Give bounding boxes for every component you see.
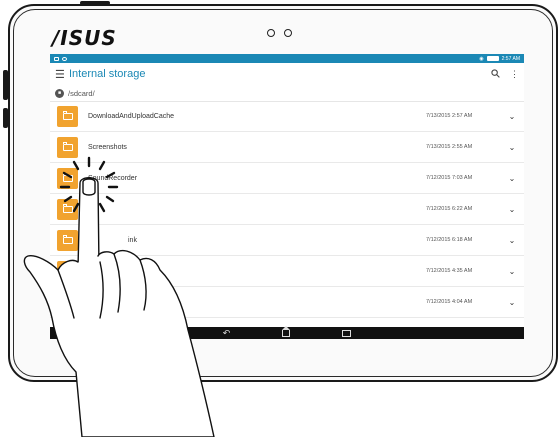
folder-icon bbox=[57, 229, 78, 251]
chevron-down-icon[interactable]: ⌄ bbox=[506, 298, 518, 307]
list-item[interactable]: SoundRecorder 7/12/2015 7:03 AM ⌄ bbox=[50, 163, 524, 194]
list-item[interactable]: 7/12/2015 4:35 AM ⌄ bbox=[50, 256, 524, 287]
home-icon[interactable] bbox=[282, 325, 291, 337]
folder-icon bbox=[57, 198, 78, 220]
list-item[interactable]: 7/12/2015 4:04 AM ⌄ bbox=[50, 287, 524, 318]
folder-name: ink bbox=[128, 236, 137, 244]
top-button bbox=[80, 1, 110, 5]
screen: ◉ 2:57 AM ☰ Internal storage ⋮ ■ /sdcard… bbox=[50, 54, 524, 339]
more-vert-icon[interactable]: ⋮ bbox=[510, 69, 519, 80]
folder-name: SoundRecorder bbox=[88, 174, 138, 182]
folder-date: 7/13/2015 2:55 AM bbox=[426, 144, 473, 150]
wifi-icon: ◉ bbox=[479, 55, 484, 62]
file-list: DownloadAndUploadCache 7/13/2015 2:57 AM… bbox=[50, 101, 524, 318]
list-item[interactable]: DownloadAndUploadCache 7/13/2015 2:57 AM… bbox=[50, 101, 524, 132]
folder-name: Screenshots bbox=[88, 143, 127, 151]
recent-apps-icon[interactable] bbox=[342, 329, 352, 337]
battery-icon bbox=[486, 56, 499, 61]
app-bar: ☰ Internal storage ⋮ bbox=[50, 63, 524, 85]
hamburger-icon[interactable]: ☰ bbox=[55, 68, 69, 81]
sync-icon bbox=[62, 56, 67, 61]
folder-date: 7/12/2015 6:18 AM bbox=[426, 237, 473, 243]
search-icon[interactable] bbox=[491, 68, 500, 80]
folder-icon bbox=[57, 260, 78, 282]
list-item[interactable]: Screenshots 7/13/2015 2:55 AM ⌄ bbox=[50, 132, 524, 163]
sensor-icon bbox=[267, 29, 275, 37]
folder-icon bbox=[57, 105, 78, 127]
chevron-down-icon[interactable]: ⌄ bbox=[506, 112, 518, 121]
camera-icon bbox=[284, 29, 292, 37]
navigation-bar: ↶ bbox=[50, 325, 524, 339]
folder-icon bbox=[57, 136, 78, 158]
status-time: 2:57 AM bbox=[501, 55, 520, 62]
folder-date: 7/13/2015 2:57 AM bbox=[426, 113, 473, 119]
folder-date: 7/12/2015 4:04 AM bbox=[426, 299, 473, 305]
folder-icon bbox=[57, 291, 78, 313]
sdcard-icon: ■ bbox=[55, 88, 64, 98]
chevron-down-icon[interactable]: ⌄ bbox=[506, 143, 518, 152]
notification-icon bbox=[54, 56, 59, 61]
path-text: /sdcard/ bbox=[68, 88, 95, 98]
app-title: Internal storage bbox=[69, 68, 146, 80]
back-icon[interactable]: ↶ bbox=[223, 328, 231, 339]
chevron-down-icon[interactable]: ⌄ bbox=[506, 267, 518, 276]
folder-icon bbox=[57, 167, 78, 189]
chevron-down-icon[interactable]: ⌄ bbox=[506, 205, 518, 214]
breadcrumb: ■ /sdcard/ bbox=[50, 85, 524, 102]
folder-name: DownloadAndUploadCache bbox=[88, 112, 175, 120]
brand-logo: /ISUS bbox=[52, 26, 117, 50]
folder-date: 7/12/2015 4:35 AM bbox=[426, 268, 473, 274]
list-item[interactable]: 7/12/2015 6:22 AM ⌄ bbox=[50, 194, 524, 225]
chevron-down-icon[interactable]: ⌄ bbox=[506, 236, 518, 245]
status-bar: ◉ 2:57 AM bbox=[50, 54, 524, 63]
folder-date: 7/12/2015 6:22 AM bbox=[426, 206, 473, 212]
folder-date: 7/12/2015 7:03 AM bbox=[426, 175, 473, 181]
power-button bbox=[3, 108, 8, 128]
volume-button bbox=[3, 70, 8, 100]
list-item[interactable]: ink 7/12/2015 6:18 AM ⌄ bbox=[50, 225, 524, 256]
chevron-down-icon[interactable]: ⌄ bbox=[506, 174, 518, 183]
